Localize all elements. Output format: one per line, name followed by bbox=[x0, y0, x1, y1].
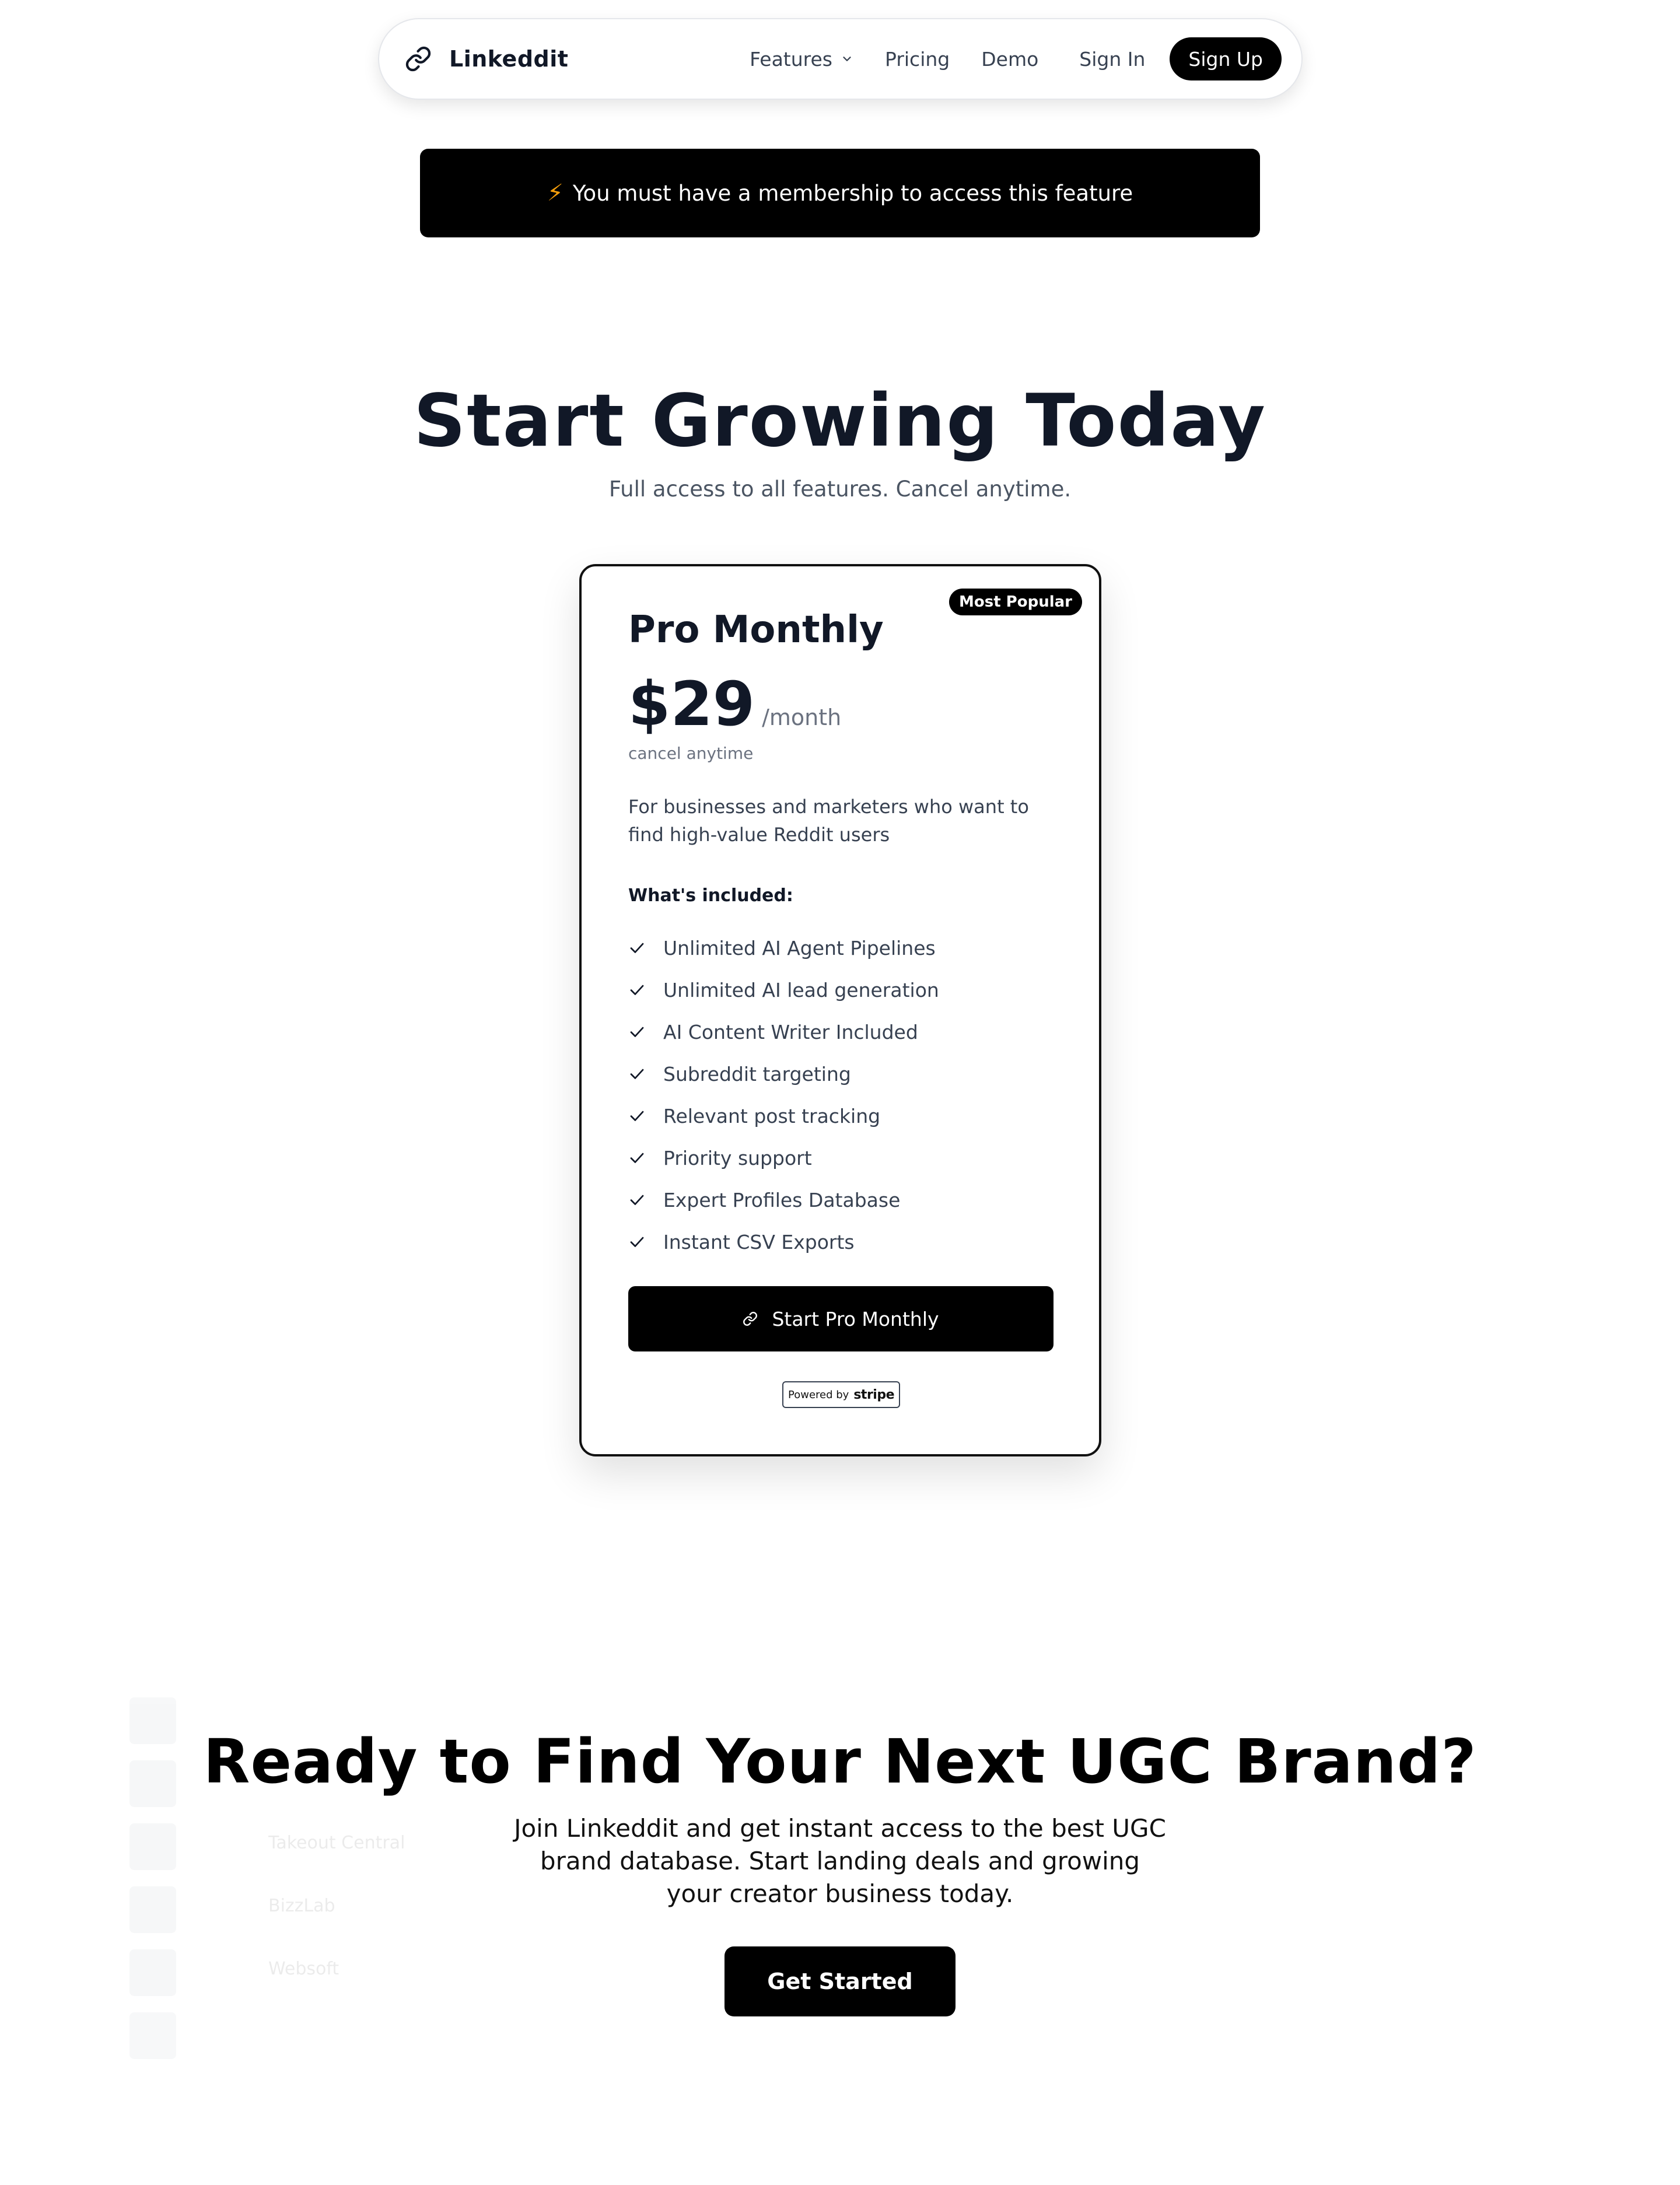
feature-item: Relevant post tracking bbox=[628, 1095, 939, 1137]
check-icon bbox=[628, 980, 648, 1000]
check-icon bbox=[628, 1106, 648, 1126]
check-icon bbox=[628, 1064, 648, 1084]
feature-item: Unlimited AI lead generation bbox=[628, 969, 939, 1011]
sign-in-link[interactable]: Sign In bbox=[1079, 48, 1145, 71]
brand-name-cell: BizzLab bbox=[268, 1896, 335, 1916]
brand-logo bbox=[130, 2012, 176, 2059]
cancel-note: cancel anytime bbox=[628, 744, 754, 763]
included-heading: What's included: bbox=[628, 885, 793, 906]
lightning-icon: ⚡ bbox=[547, 180, 564, 206]
bottom-cta-subtitle: Join Linkeddit and get instant access to… bbox=[514, 1814, 1166, 1908]
check-icon bbox=[628, 1190, 648, 1210]
feature-label: Unlimited AI Agent Pipelines bbox=[663, 936, 936, 960]
navbar: Linkeddit Features Pricing Demo Sign In … bbox=[378, 18, 1303, 100]
sign-up-button[interactable]: Sign Up bbox=[1170, 37, 1282, 80]
banner-text: You must have a membership to access thi… bbox=[572, 180, 1133, 206]
plan-name: Pro Monthly bbox=[628, 608, 884, 652]
stripe-logo: stripe bbox=[853, 1387, 894, 1402]
feature-label: Instant CSV Exports bbox=[663, 1230, 855, 1253]
check-icon bbox=[628, 1022, 648, 1042]
feature-list: Unlimited AI Agent Pipelines Unlimited A… bbox=[628, 927, 939, 1263]
feature-item: Instant CSV Exports bbox=[628, 1221, 939, 1263]
feature-label: Priority support bbox=[663, 1146, 812, 1169]
feature-label: Expert Profiles Database bbox=[663, 1188, 901, 1211]
feature-item: Priority support bbox=[628, 1137, 939, 1179]
feature-label: Unlimited AI lead generation bbox=[663, 978, 939, 1002]
brand-name-cell: Websoft bbox=[268, 1959, 340, 1979]
page-title: Start Growing Today bbox=[413, 379, 1266, 463]
nav-pricing-link[interactable]: Pricing bbox=[885, 48, 950, 71]
pricing-card: Most Popular Pro Monthly $29 /month canc… bbox=[579, 564, 1101, 1456]
plan-period: /month bbox=[762, 705, 842, 730]
check-icon bbox=[628, 1148, 648, 1168]
membership-banner: ⚡ You must have a membership to access t… bbox=[420, 149, 1260, 237]
brand-logo bbox=[130, 1886, 176, 1933]
bottom-cta-title: Ready to Find Your Next UGC Brand? bbox=[203, 1726, 1477, 1797]
link-icon bbox=[743, 1311, 758, 1326]
brand-name: Linkeddit bbox=[449, 46, 569, 72]
feature-item: Unlimited AI Agent Pipelines bbox=[628, 927, 939, 969]
nav-features-label: Features bbox=[750, 47, 832, 71]
feature-label: AI Content Writer Included bbox=[663, 1020, 918, 1044]
plan-price: $29 bbox=[628, 668, 755, 740]
powered-by-label: Powered by bbox=[788, 1388, 849, 1401]
price-row: $29 /month bbox=[628, 668, 841, 740]
page-subtitle: Full access to all features. Cancel anyt… bbox=[608, 477, 1072, 502]
table-row bbox=[123, 2012, 1464, 2075]
brand-logo bbox=[130, 1823, 176, 1870]
powered-by-stripe-badge: Powered by stripe bbox=[782, 1381, 900, 1408]
brand-name-cell: Takeout Central bbox=[268, 1833, 405, 1853]
chevron-down-icon bbox=[841, 52, 853, 65]
check-icon bbox=[628, 938, 648, 958]
nav-demo-link[interactable]: Demo bbox=[981, 48, 1038, 71]
get-started-button[interactable]: Get Started bbox=[724, 1946, 956, 2016]
brand-logo bbox=[130, 1949, 176, 1996]
feature-item: AI Content Writer Included bbox=[628, 1011, 939, 1053]
nav-links: Features Pricing Demo Sign In Sign Up bbox=[750, 37, 1282, 80]
check-icon bbox=[628, 1232, 648, 1252]
link-icon bbox=[402, 43, 434, 75]
nav-features-dropdown[interactable]: Features bbox=[750, 48, 853, 71]
feature-item: Subreddit targeting bbox=[628, 1053, 939, 1095]
start-pro-monthly-button[interactable]: Start Pro Monthly bbox=[628, 1286, 1054, 1351]
start-pro-monthly-label: Start Pro Monthly bbox=[772, 1307, 939, 1330]
feature-label: Subreddit targeting bbox=[663, 1062, 851, 1086]
most-popular-badge: Most Popular bbox=[949, 589, 1082, 615]
brand[interactable]: Linkeddit bbox=[402, 43, 568, 75]
feature-item: Expert Profiles Database bbox=[628, 1179, 939, 1221]
plan-description: For businesses and marketers who want to… bbox=[628, 796, 1029, 846]
feature-label: Relevant post tracking bbox=[663, 1104, 881, 1127]
